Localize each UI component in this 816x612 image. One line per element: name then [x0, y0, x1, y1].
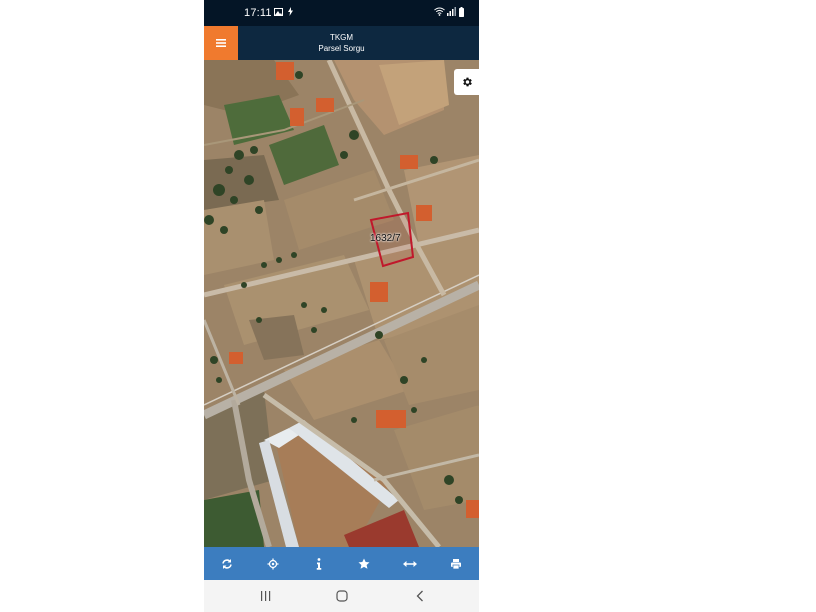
app-title-block: TKGM Parsel Sorgu: [204, 32, 479, 54]
locate-icon: [267, 558, 279, 569]
app-subtitle: Parsel Sorgu: [318, 44, 365, 53]
map-settings-button[interactable]: [454, 69, 479, 95]
print-icon: [451, 558, 462, 569]
recent-apps-icon: [260, 591, 270, 601]
star-icon: [358, 558, 370, 569]
home-button[interactable]: [333, 588, 351, 604]
satellite-map[interactable]: 1632/7: [204, 60, 479, 547]
gear-icon: [462, 77, 472, 87]
bottom-toolbar: [204, 547, 479, 580]
signal-icon: [447, 7, 456, 19]
home-icon: [336, 590, 348, 602]
back-icon: [416, 590, 423, 602]
system-nav-bar: [204, 580, 479, 612]
phone-screen: 17:11 TKGM Parsel Sorgu 1632/7: [204, 0, 479, 612]
favorite-button[interactable]: [349, 549, 379, 579]
app-bar: TKGM Parsel Sorgu: [204, 26, 479, 60]
info-icon: [316, 557, 321, 570]
refresh-button[interactable]: [212, 549, 242, 579]
status-time: 17:11: [244, 7, 272, 19]
wifi-icon: [434, 7, 445, 19]
parcel-label[interactable]: 1632/7: [370, 233, 401, 244]
gallery-icon: [274, 7, 283, 19]
measure-icon: [403, 560, 418, 567]
info-button[interactable]: [304, 549, 334, 579]
app-title: TKGM: [329, 33, 354, 42]
print-button[interactable]: [441, 549, 471, 579]
recent-apps-button[interactable]: [256, 588, 274, 604]
locate-button[interactable]: [258, 549, 288, 579]
back-button[interactable]: [411, 588, 429, 604]
battery-icon: [459, 7, 464, 20]
charging-icon: [288, 7, 293, 19]
status-bar: 17:11: [204, 0, 479, 26]
refresh-icon: [222, 558, 232, 569]
measure-button[interactable]: [395, 549, 425, 579]
